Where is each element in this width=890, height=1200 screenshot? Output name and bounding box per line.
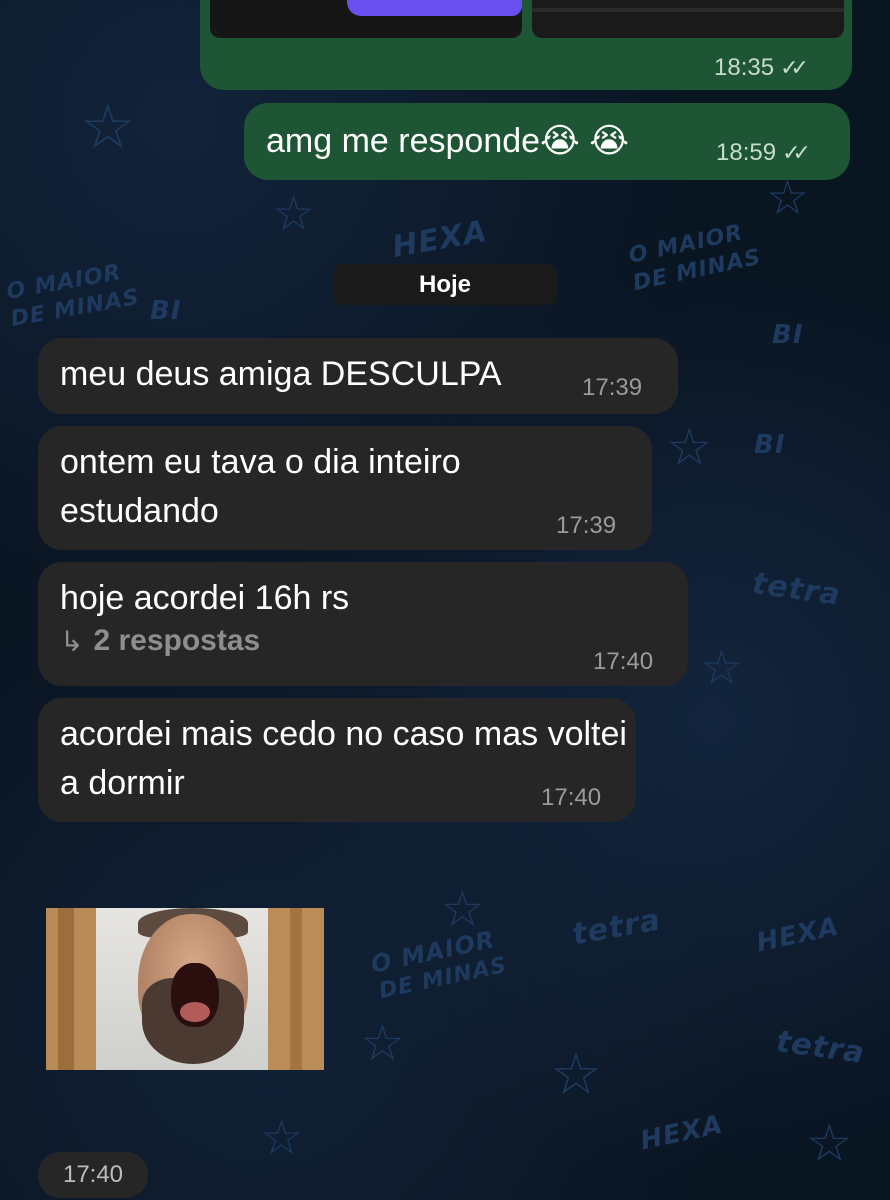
star-icon: ☆: [80, 90, 136, 163]
star-icon: ☆: [272, 186, 316, 242]
wallpaper-text: BI: [150, 296, 182, 326]
message-timestamp: 17:39: [556, 512, 617, 539]
message-timestamp: 17:39: [582, 374, 643, 401]
message-text: meu deus amiga DESCULPA: [60, 355, 502, 393]
sticker-time-pill: 17:40: [38, 1152, 148, 1198]
sticker-image[interactable]: [46, 908, 324, 1070]
star-icon: ☆: [360, 1014, 405, 1072]
media-thumbnail[interactable]: [210, 0, 522, 38]
message-time: 18:59 ✓✓: [716, 139, 811, 167]
double-check-icon: ✓✓: [780, 55, 809, 80]
message-time: 18:35 ✓✓: [714, 54, 809, 82]
incoming-text-message[interactable]: meu deus amiga DESCULPA 17:39: [38, 338, 678, 414]
message-timestamp: 17:40: [541, 784, 602, 811]
outgoing-media-message[interactable]: 18:35 ✓✓: [200, 0, 852, 90]
star-icon: ☆: [806, 1114, 853, 1174]
media-preview-bar: [532, 8, 844, 12]
media-preview-accent: [347, 0, 522, 16]
outgoing-text-message[interactable]: amg me responde😭 😭 18:59 ✓✓: [244, 103, 850, 180]
message-timestamp: 17:40: [62, 1161, 124, 1188]
date-separator-label: Hoje: [418, 270, 471, 298]
double-check-icon: ✓✓: [782, 140, 811, 165]
wallpaper-text: BI: [754, 430, 786, 460]
star-icon: ☆: [440, 880, 485, 938]
star-icon: ☆: [666, 418, 713, 478]
sticker-part: [58, 908, 74, 1070]
wallpaper-text: BI: [772, 320, 804, 350]
media-thumbnail[interactable]: [532, 0, 844, 38]
incoming-text-message[interactable]: ontem eu tava o dia inteiro estudando 17…: [38, 426, 652, 550]
wallpaper-text: HEXA: [637, 1109, 726, 1157]
sticker-part: [290, 908, 302, 1070]
incoming-text-message[interactable]: hoje acordei 16h rs ↳ 2 respostas 17:40: [38, 562, 688, 686]
sticker-part: [180, 1002, 210, 1022]
wallpaper-text: HEXA: [753, 911, 842, 959]
reply-arrow-icon: ↳: [60, 625, 84, 657]
message-text: hoje acordei 16h rs: [60, 579, 350, 617]
replies-count: 2 respostas: [93, 624, 261, 657]
message-timestamp: 18:59: [716, 139, 777, 166]
star-icon: ☆: [700, 640, 744, 696]
incoming-text-message[interactable]: acordei mais cedo no caso mas voltei a d…: [38, 698, 636, 822]
wallpaper-text: tetra: [773, 1023, 868, 1072]
message-text: ontem eu tava o dia inteiro estudando: [60, 443, 461, 530]
message-timestamp: 17:40: [593, 648, 654, 675]
wallpaper-text: tetra: [569, 902, 664, 953]
wallpaper-text: tetra: [749, 565, 844, 614]
wallpaper-text: HEXA: [389, 213, 491, 266]
star-icon: ☆: [260, 1110, 304, 1166]
date-separator: Hoje: [333, 264, 557, 305]
star-icon: ☆: [550, 1040, 602, 1108]
message-text: amg me responde😭 😭: [266, 122, 629, 160]
message-timestamp: 18:35: [714, 54, 775, 81]
thread-replies-link[interactable]: ↳ 2 respostas: [60, 624, 260, 658]
